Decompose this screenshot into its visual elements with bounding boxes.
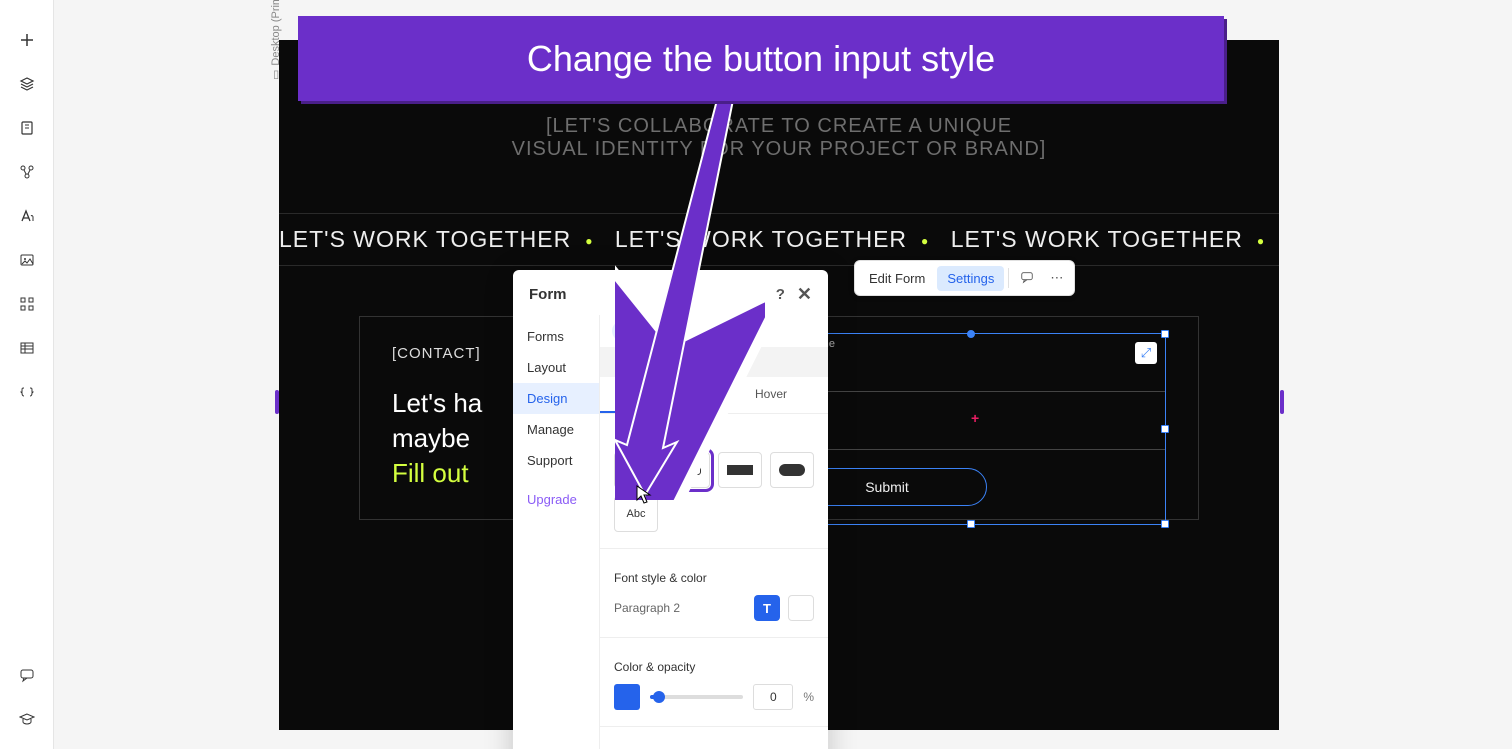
panel-main: Back Submit button Regular Hover Input s… xyxy=(599,315,828,749)
opacity-slider[interactable] xyxy=(650,695,743,699)
style-pill[interactable] xyxy=(770,452,814,488)
text-style-button[interactable]: T xyxy=(754,595,780,621)
style-outline-rect[interactable] xyxy=(614,452,658,488)
panel-sidebar: Forms Layout Design Manage Support Upgra… xyxy=(513,315,599,749)
opacity-label: Color & opacity xyxy=(614,660,814,674)
settings-button[interactable]: Settings xyxy=(937,266,1004,291)
tab-hover[interactable]: Hover xyxy=(714,377,828,413)
marquee-strip: LET'S WORK TOGETHER● LET'S WORK TOGETHER… xyxy=(279,213,1279,266)
input-style-label: Input style xyxy=(614,428,814,442)
element-toolbar: Edit Form Settings ⋯ xyxy=(854,260,1075,296)
left-toolbar xyxy=(0,0,54,749)
code-icon[interactable] xyxy=(17,382,37,402)
graduation-icon[interactable] xyxy=(17,709,37,729)
opacity-value[interactable]: 0 xyxy=(753,684,793,710)
font-name[interactable]: Paragraph 2 xyxy=(614,601,746,615)
edit-form-button[interactable]: Edit Form xyxy=(859,266,935,291)
layers-icon[interactable] xyxy=(17,74,37,94)
form-field-email[interactable]: Email + xyxy=(777,392,1165,450)
resize-handle-left[interactable] xyxy=(275,390,279,414)
panel-header: Form ? ✕ xyxy=(513,270,828,315)
panel-breadcrumb: Submit button xyxy=(600,347,828,377)
style-rounded-rect[interactable] xyxy=(666,452,710,488)
sidebar-item-forms[interactable]: Forms xyxy=(513,321,599,352)
image-icon[interactable] xyxy=(17,250,37,270)
style-text-only[interactable]: Abc xyxy=(614,496,658,532)
color-swatch[interactable] xyxy=(614,684,640,710)
toolbar-divider xyxy=(1008,268,1009,288)
form-field-firstname[interactable]: First name xyxy=(777,334,1165,392)
sidebar-item-support[interactable]: Support xyxy=(513,445,599,476)
style-solid-rect[interactable] xyxy=(718,452,762,488)
add-icon[interactable] xyxy=(17,30,37,50)
selection-handle[interactable] xyxy=(967,520,975,528)
apps-icon[interactable] xyxy=(17,294,37,314)
connect-icon[interactable] xyxy=(17,162,37,182)
sidebar-item-design[interactable]: Design xyxy=(513,383,599,414)
back-button[interactable]: Back xyxy=(612,321,666,341)
selection-handle[interactable] xyxy=(1161,425,1169,433)
add-field-icon[interactable]: + xyxy=(971,410,979,426)
table-icon[interactable] xyxy=(17,338,37,358)
instruction-callout: Change the button input style xyxy=(298,16,1224,101)
help-icon[interactable]: ? xyxy=(776,286,785,303)
selection-handle[interactable] xyxy=(1161,330,1169,338)
text-color-button[interactable] xyxy=(788,595,814,621)
comment-icon[interactable] xyxy=(1013,265,1041,292)
opacity-unit: % xyxy=(803,690,814,704)
close-icon[interactable]: ✕ xyxy=(797,284,812,305)
design-panel: Form ? ✕ Forms Layout Design Manage Supp… xyxy=(513,270,828,749)
panel-title: Form xyxy=(529,286,567,303)
state-tabs: Regular Hover xyxy=(600,377,828,414)
form-element[interactable]: Forms ⤢ First name Email + Submit xyxy=(776,333,1166,525)
resize-handle-right[interactable] xyxy=(1280,390,1284,414)
canvas-area: ▭Desktop (Primary) [LET'S COLLABORATE TO… xyxy=(54,0,1512,749)
sidebar-item-layout[interactable]: Layout xyxy=(513,352,599,383)
more-icon[interactable]: ⋯ xyxy=(1043,265,1070,291)
tab-regular[interactable]: Regular xyxy=(600,377,714,413)
sidebar-item-upgrade[interactable]: Upgrade xyxy=(513,484,599,515)
sidebar-item-manage[interactable]: Manage xyxy=(513,414,599,445)
typography-icon[interactable] xyxy=(17,206,37,226)
chat-icon[interactable] xyxy=(17,665,37,685)
page-icon[interactable] xyxy=(17,118,37,138)
selection-handle[interactable] xyxy=(967,330,975,338)
input-style-options: Abc xyxy=(614,452,814,532)
font-style-label: Font style & color xyxy=(614,571,814,585)
selection-handle[interactable] xyxy=(1161,520,1169,528)
